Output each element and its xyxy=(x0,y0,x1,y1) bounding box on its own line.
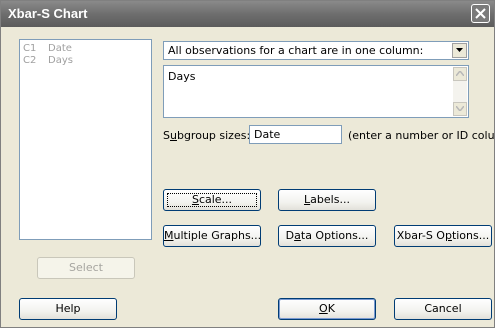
chevron-down-icon xyxy=(456,48,463,52)
subgroup-sizes-field[interactable]: Date xyxy=(249,125,342,144)
column-id: C2 xyxy=(23,55,37,66)
column-name: Date xyxy=(48,43,72,54)
data-arrangement-dropdown[interactable]: All observations for a chart are in one … xyxy=(163,41,469,60)
dropdown-arrow-button[interactable] xyxy=(452,43,467,58)
subgroup-sizes-hint: (enter a number or ID column) xyxy=(348,129,495,142)
columns-textarea[interactable]: Days xyxy=(163,65,469,118)
select-button[interactable]: Select xyxy=(37,257,135,279)
subgroup-sizes-label: Subgroup sizes: xyxy=(163,129,251,142)
column-name: Days xyxy=(48,55,73,66)
ok-button[interactable]: OK xyxy=(278,298,376,320)
vertical-scrollbar[interactable] xyxy=(453,67,467,116)
window-title: Xbar-S Chart xyxy=(8,6,88,21)
data-options-button[interactable]: Data Options... xyxy=(278,225,376,247)
list-item[interactable]: C2 Days xyxy=(23,55,73,66)
scroll-up-button[interactable] xyxy=(453,67,467,81)
scale-button[interactable]: Scale... xyxy=(163,189,261,211)
list-item[interactable]: C1 Date xyxy=(23,43,72,54)
multiple-graphs-button[interactable]: Multiple Graphs... xyxy=(163,225,261,247)
chevron-down-icon xyxy=(456,106,464,111)
close-icon xyxy=(475,8,486,19)
subgroup-sizes-value: Date xyxy=(254,128,281,141)
chevron-up-icon xyxy=(456,71,464,76)
help-button[interactable]: Help xyxy=(19,298,117,320)
title-bar[interactable]: Xbar-S Chart xyxy=(1,1,494,27)
variable-list[interactable]: C1 Date C2 Days xyxy=(19,39,152,240)
close-button[interactable] xyxy=(471,4,490,23)
column-id: C1 xyxy=(23,43,37,54)
columns-value: Days xyxy=(168,70,196,83)
dropdown-value: All observations for a chart are in one … xyxy=(168,44,424,57)
cancel-button[interactable]: Cancel xyxy=(394,298,492,320)
xbar-s-options-button[interactable]: Xbar-S Options... xyxy=(394,225,492,247)
xbar-s-chart-dialog: Xbar-S Chart C1 Date C2 Days All observati… xyxy=(0,0,495,328)
scroll-down-button[interactable] xyxy=(453,102,467,116)
labels-button[interactable]: Labels... xyxy=(278,189,376,211)
